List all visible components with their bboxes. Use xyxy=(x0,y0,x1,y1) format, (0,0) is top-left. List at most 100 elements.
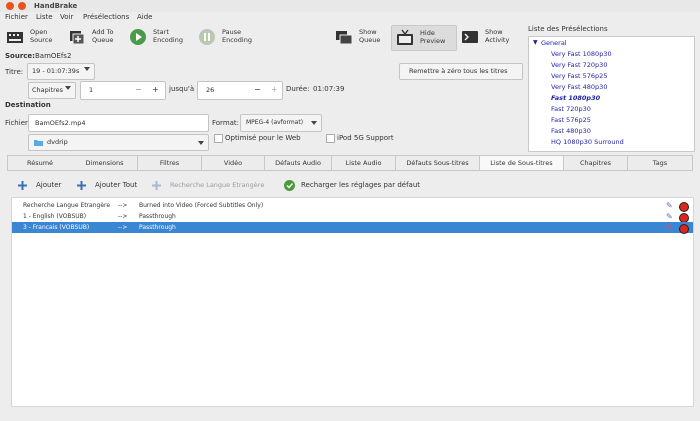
add-queue-label-2: Queue xyxy=(92,36,114,44)
subtitle-source: Recherche Langue Etrangère xyxy=(23,202,111,209)
hide-preview-button[interactable]: Hide Preview xyxy=(391,25,457,51)
file-name-value: BamOEfs2.mp4 xyxy=(35,119,86,127)
file-name-input[interactable]: BamOEfs2.mp4 xyxy=(28,114,209,132)
menu-aide[interactable]: Aide xyxy=(137,13,152,21)
table-row-selected[interactable]: 3 - Francais (VOBSUB) --> Passthrough ✎ xyxy=(12,222,693,234)
preset-item[interactable]: Very Fast 576p25 xyxy=(551,72,607,80)
preset-item[interactable]: Very Fast 1080p30 xyxy=(551,50,612,58)
pause-encoding-button[interactable]: Pause Encoding xyxy=(198,24,258,50)
source-value: BamOEfs2 xyxy=(35,52,72,60)
format-label: Format: xyxy=(212,119,240,127)
show-activity-button[interactable]: Show Activity xyxy=(461,24,521,50)
subtitle-dest: Passthrough xyxy=(139,213,176,220)
preset-item[interactable]: Fast 720p30 xyxy=(551,105,591,113)
menu-liste[interactable]: Liste xyxy=(36,13,53,21)
format-value: MPEG-4 (avformat) xyxy=(246,119,304,126)
presets-list: ▼ General Very Fast 1080p30 Very Fast 72… xyxy=(528,36,695,152)
folder-icon xyxy=(34,140,43,146)
table-row[interactable]: Recherche Langue Etrangère --> Burned in… xyxy=(12,200,693,212)
preset-item[interactable]: Fast 480p30 xyxy=(551,127,591,135)
reset-titles-label: Remettre à zéro tous les titres xyxy=(409,67,508,75)
expander-icon[interactable]: ▼ xyxy=(533,39,538,46)
duration-value: 01:07:39 xyxy=(313,85,345,93)
show-activity-label-2: Activity xyxy=(485,36,510,44)
chevron-down-icon xyxy=(84,67,90,71)
tab-resume[interactable]: Résumé xyxy=(7,155,73,171)
menu-voir[interactable]: Voir xyxy=(60,13,73,21)
range-mode-value: Chapitres xyxy=(32,86,64,94)
terminal-icon xyxy=(462,31,478,43)
tab-liste-sous-titres[interactable]: Liste de Sous-titres xyxy=(480,155,564,171)
tab-chapitres[interactable]: Chapitres xyxy=(564,155,628,171)
add-queue-icon xyxy=(70,31,85,45)
destination-heading: Destination xyxy=(5,101,51,109)
range-to-spinner[interactable]: 26 − + xyxy=(197,81,283,100)
start-label-1: Start xyxy=(153,28,169,36)
add-all-subtitles-button[interactable]: Ajouter Tout xyxy=(77,180,139,192)
range-from-spinner[interactable]: 1 − + xyxy=(80,81,166,100)
subtitle-source: 3 - Francais (VOBSUB) xyxy=(23,224,90,231)
menu-fichier[interactable]: Fichier xyxy=(5,13,28,21)
ipod-checkbox[interactable] xyxy=(326,134,335,143)
reset-titles-button[interactable]: Remettre à zéro tous les titres xyxy=(399,63,523,80)
preset-item[interactable]: Fast 576p25 xyxy=(551,116,591,124)
close-window-icon[interactable] xyxy=(6,2,14,10)
tab-tags[interactable]: Tags xyxy=(628,155,693,171)
range-mode-combo[interactable]: Chapitres xyxy=(28,82,76,99)
show-queue-label-1: Show xyxy=(359,28,377,36)
add-subtitle-button[interactable]: Ajouter xyxy=(18,180,68,192)
file-label: Fichier: xyxy=(5,119,31,127)
hide-preview-label-1: Hide xyxy=(420,29,435,37)
remove-icon[interactable] xyxy=(679,224,689,234)
pause-label-2: Encoding xyxy=(222,36,252,44)
foreign-search-button[interactable]: Recherche Langue Etrangère xyxy=(152,180,270,192)
menu-preselections[interactable]: Présélections xyxy=(83,13,129,21)
tv-icon xyxy=(397,29,413,45)
preset-item[interactable]: HQ 1080p30 Surround xyxy=(551,138,624,146)
open-source-label-2: Source xyxy=(30,36,53,44)
minus-icon[interactable]: − xyxy=(254,85,261,94)
plus-icon[interactable]: + xyxy=(152,85,159,94)
show-queue-button[interactable]: Show Queue xyxy=(335,24,385,50)
edit-icon[interactable]: ✎ xyxy=(666,222,673,233)
edit-icon[interactable]: ✎ xyxy=(666,200,673,211)
add-to-queue-button[interactable]: Add To Queue xyxy=(68,24,124,50)
preset-group-general[interactable]: General xyxy=(541,39,567,47)
check-icon xyxy=(284,180,295,191)
preset-item[interactable]: Very Fast 720p30 xyxy=(551,61,607,69)
plus-icon[interactable]: + xyxy=(271,85,278,94)
open-source-label-1: Open xyxy=(30,28,48,36)
subtitle-source: 1 - English (VOBSUB) xyxy=(23,213,87,220)
tab-video[interactable]: Vidéo xyxy=(202,155,265,171)
preset-item[interactable]: Very Fast 480p30 xyxy=(551,83,607,91)
tab-defauts-sous-titres[interactable]: Défauts Sous-titres xyxy=(396,155,480,171)
open-source-button[interactable]: Open Source xyxy=(6,24,62,50)
range-to-value: 26 xyxy=(206,86,215,94)
tab-liste-audio[interactable]: Liste Audio xyxy=(332,155,396,171)
ipod-label: iPod 5G Support xyxy=(337,134,394,142)
edit-icon[interactable]: ✎ xyxy=(666,211,673,222)
window-title: HandBrake xyxy=(34,2,78,10)
reload-defaults-button[interactable]: Recharger les réglages par défaut xyxy=(284,180,424,192)
subtitle-arrow: --> xyxy=(118,202,128,209)
title-bar: HandBrake xyxy=(0,0,700,12)
subtitle-list: Recherche Langue Etrangère --> Burned in… xyxy=(11,197,694,407)
table-row[interactable]: 1 - English (VOBSUB) --> Passthrough ✎ xyxy=(12,211,693,223)
web-optimized-checkbox[interactable] xyxy=(214,134,223,143)
reload-defaults-label: Recharger les réglages par défaut xyxy=(301,181,421,189)
minus-icon[interactable]: − xyxy=(135,85,142,94)
preset-item-selected[interactable]: Fast 1080p30 xyxy=(551,94,600,102)
presets-heading: Liste des Présélections xyxy=(528,25,608,33)
title-label: Titre: xyxy=(5,68,24,76)
start-encoding-button[interactable]: Start Encoding xyxy=(129,24,189,50)
tab-defauts-audio[interactable]: Défauts Audio xyxy=(265,155,332,171)
title-combo[interactable]: 19 - 01:07:39s xyxy=(27,63,95,80)
subtitle-arrow: --> xyxy=(118,213,128,220)
tab-dimensions[interactable]: Dimensions xyxy=(72,155,138,171)
destination-folder-chooser[interactable]: dvdrip xyxy=(28,134,209,151)
source-label: Source: xyxy=(5,52,35,60)
tab-filtres[interactable]: Filtres xyxy=(138,155,202,171)
duration-label: Durée: xyxy=(286,85,310,93)
minimize-window-icon[interactable] xyxy=(18,2,26,10)
format-combo[interactable]: MPEG-4 (avformat) xyxy=(240,114,322,132)
